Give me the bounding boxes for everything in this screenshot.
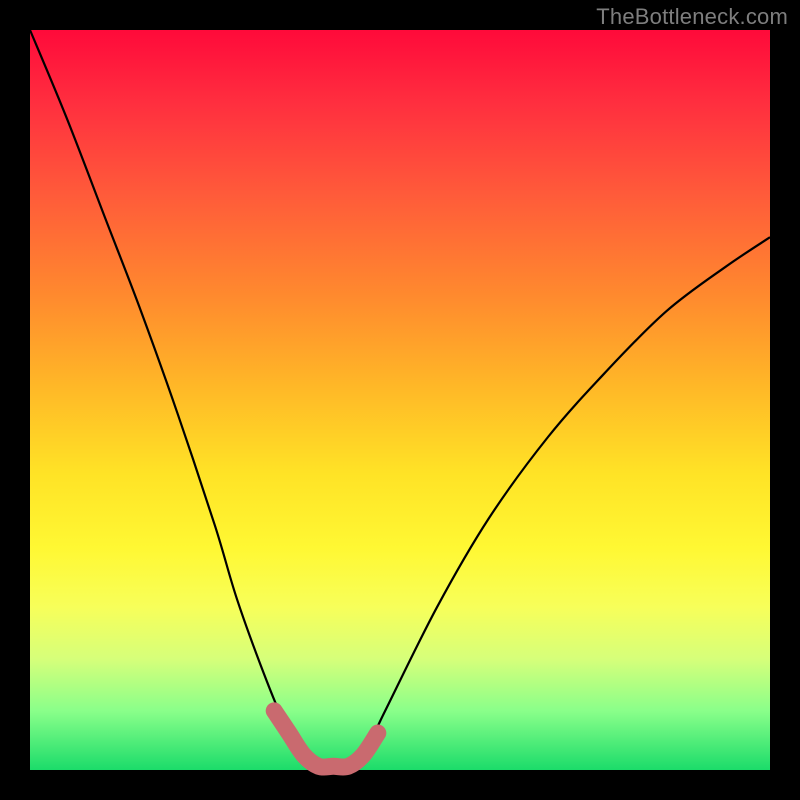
plot-area	[30, 30, 770, 770]
highlight-segment	[274, 711, 378, 767]
curve-line	[30, 30, 770, 767]
attribution-label: TheBottleneck.com	[596, 4, 788, 30]
chart-svg	[30, 30, 770, 770]
chart-frame: TheBottleneck.com	[0, 0, 800, 800]
